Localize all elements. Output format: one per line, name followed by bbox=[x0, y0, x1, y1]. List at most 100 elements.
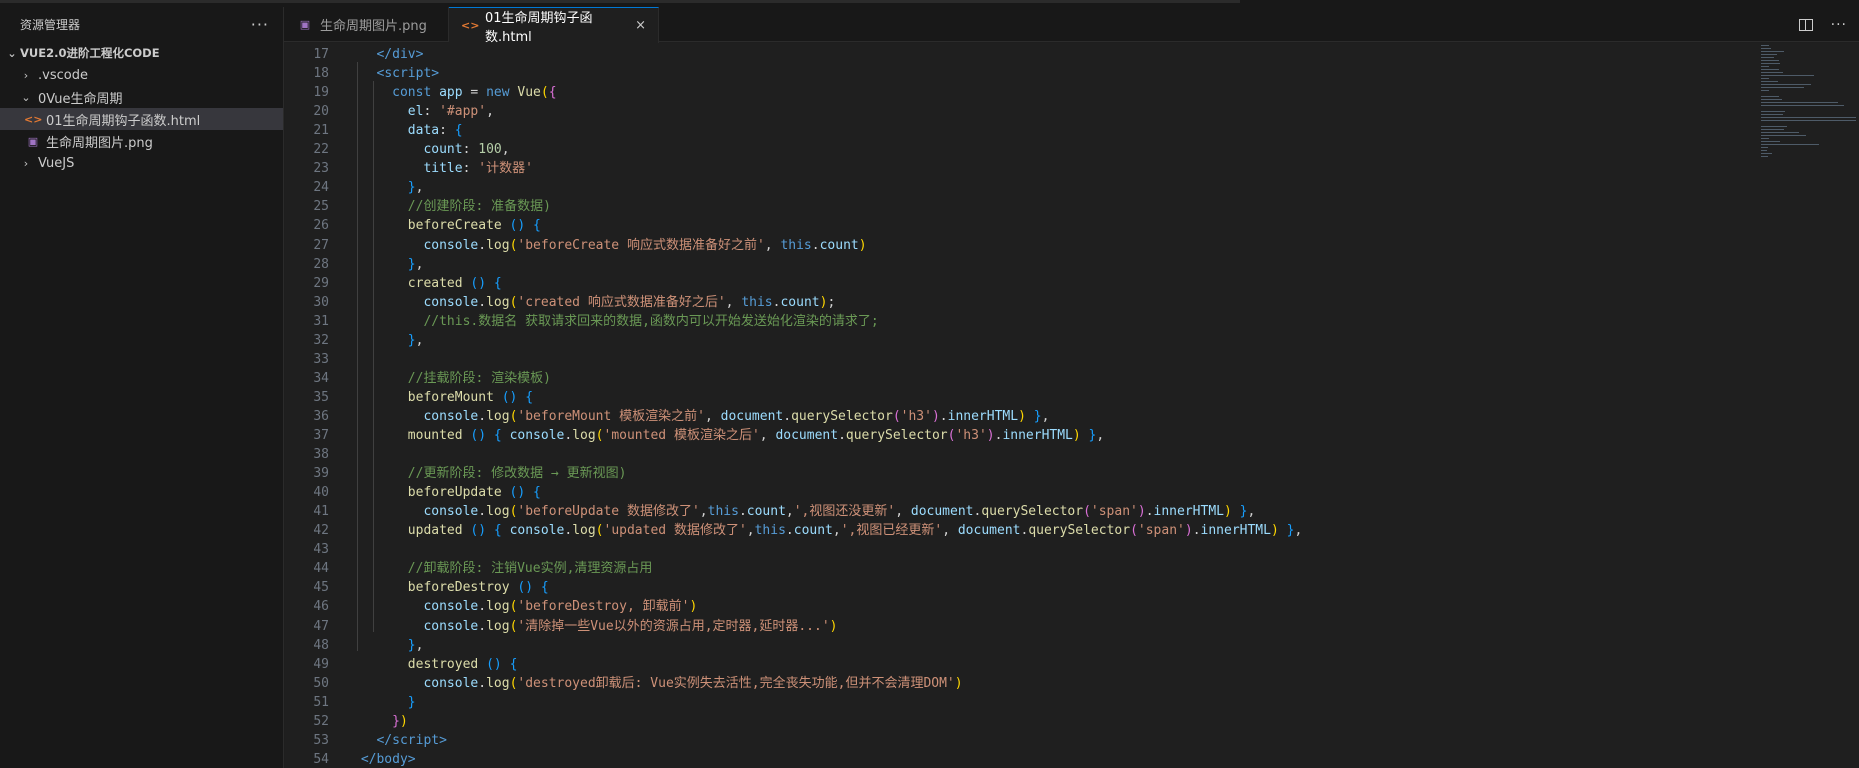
minimap-line bbox=[1761, 69, 1779, 70]
code-token: ) bbox=[1184, 523, 1193, 539]
minimap-line bbox=[1761, 96, 1779, 97]
tree-item[interactable]: ⌄ 0Vue生命周期 bbox=[0, 86, 283, 108]
minimap-line bbox=[1761, 156, 1769, 157]
minimap-line bbox=[1761, 141, 1780, 142]
line-number: 33 bbox=[313, 351, 329, 367]
line-number: 52 bbox=[313, 713, 329, 729]
minimap-line bbox=[1761, 111, 1786, 112]
html-file-icon: <> bbox=[461, 19, 480, 32]
line-number: 49 bbox=[313, 656, 329, 672]
code-text: console.log('清除掉一些Vue以外的资源占用,定时器,延时器...'… bbox=[353, 617, 837, 636]
code-token: document bbox=[957, 523, 1021, 539]
code-token: { bbox=[525, 389, 534, 405]
code-token: } bbox=[407, 332, 416, 348]
title-strip-bar bbox=[0, 0, 1240, 3]
code-text: console.log('beforeMount 模板渲染之前', docume… bbox=[353, 407, 1049, 426]
code-text: console.log('beforeUpdate 数据修改了',this.co… bbox=[353, 502, 1255, 521]
code-token: { bbox=[540, 580, 549, 596]
minimap-line bbox=[1761, 60, 1779, 61]
code-token: () bbox=[470, 428, 487, 443]
code-token: () bbox=[486, 656, 502, 672]
code-token: : bbox=[423, 104, 440, 120]
code-token: script bbox=[384, 66, 432, 82]
code-token: console bbox=[423, 294, 479, 310]
tree-item-label: 生命周期图片.png bbox=[46, 135, 153, 151]
minimap-line bbox=[1761, 132, 1799, 133]
code-token: document bbox=[775, 428, 839, 443]
code-token: //挂载阶段: 渲染模板) bbox=[407, 370, 551, 386]
code-token: innerHTML bbox=[1153, 504, 1224, 520]
minimap-line bbox=[1761, 63, 1780, 64]
minimap-line bbox=[1761, 102, 1838, 103]
code-token: //更新阶段: 修改数据 → 更新视图) bbox=[407, 466, 627, 482]
code-text: beforeUpdate () { bbox=[353, 483, 541, 502]
line-number: 38 bbox=[313, 447, 329, 463]
code-token: ; bbox=[827, 294, 836, 310]
code-token: , bbox=[486, 104, 494, 120]
code-token: . bbox=[564, 428, 573, 443]
minimap[interactable] bbox=[1749, 43, 1859, 213]
minimap-line bbox=[1761, 45, 1770, 46]
line-number: 21 bbox=[313, 123, 329, 139]
code-token: beforeUpdate bbox=[407, 485, 502, 501]
code-token: body bbox=[376, 751, 408, 767]
code-token: beforeDestroy bbox=[407, 580, 510, 596]
tree-item[interactable]: <> 01生命周期钩子函数.html bbox=[0, 108, 283, 130]
line-number: 26 bbox=[313, 218, 329, 234]
tab-lifecycle-png[interactable]: ▣ 生命周期图片.png bbox=[284, 7, 449, 42]
code-token: 'h3' bbox=[955, 428, 987, 443]
minimap-line bbox=[1761, 147, 1769, 148]
code-text: </body> bbox=[353, 750, 416, 768]
close-icon[interactable]: × bbox=[635, 18, 646, 33]
line-number: 23 bbox=[313, 161, 329, 177]
tree-item[interactable]: › .vscode bbox=[0, 64, 283, 86]
line-number: 41 bbox=[313, 504, 329, 520]
code-token: , bbox=[704, 408, 721, 424]
more-actions-icon[interactable]: ··· bbox=[251, 15, 269, 34]
code-token: mounted bbox=[407, 428, 463, 443]
code-editor[interactable]: 17 </div> 18 <script> 19 const app = new V… bbox=[285, 43, 1859, 768]
tree-item[interactable]: ▣ 生命周期图片.png bbox=[0, 130, 283, 152]
code-token: . bbox=[478, 408, 487, 424]
code-token: 'span' bbox=[1090, 504, 1138, 520]
chevron-right-icon: › bbox=[23, 156, 29, 170]
code-token: () bbox=[509, 218, 526, 234]
code-text: destroyed () { bbox=[353, 655, 518, 674]
workspace-root[interactable]: ⌄ VUE2.0进阶工程化CODE bbox=[0, 42, 283, 64]
split-editor-icon[interactable] bbox=[1798, 18, 1813, 31]
tree-item-label: VueJS bbox=[38, 155, 75, 171]
code-token: = bbox=[462, 85, 487, 101]
code-token: , bbox=[746, 523, 755, 539]
code-text: count: 100, bbox=[353, 140, 509, 159]
line-number: 40 bbox=[313, 485, 329, 501]
code-token: 'span' bbox=[1137, 523, 1185, 539]
more-actions-icon[interactable]: ··· bbox=[1831, 17, 1847, 33]
code-text: </script> bbox=[353, 731, 446, 750]
chevron-down-icon: ⌄ bbox=[7, 46, 17, 60]
tree-item[interactable]: › VueJS bbox=[0, 152, 283, 174]
minimap-line bbox=[1761, 153, 1772, 154]
code-token: . bbox=[811, 237, 820, 253]
code-token: , bbox=[699, 504, 708, 520]
code-token: title bbox=[423, 161, 463, 177]
line-number: 20 bbox=[313, 104, 329, 120]
code-token: ) bbox=[1072, 428, 1081, 443]
title-strip bbox=[0, 0, 1859, 7]
code-text: //更新阶段: 修改数据 → 更新视图) bbox=[353, 464, 627, 483]
tab-lifecycle-html[interactable]: <> 01生命周期钩子函数.html × bbox=[449, 7, 659, 45]
code-token: . bbox=[783, 408, 792, 424]
code-text: } bbox=[353, 693, 416, 712]
code-token: beforeMount bbox=[407, 389, 494, 405]
